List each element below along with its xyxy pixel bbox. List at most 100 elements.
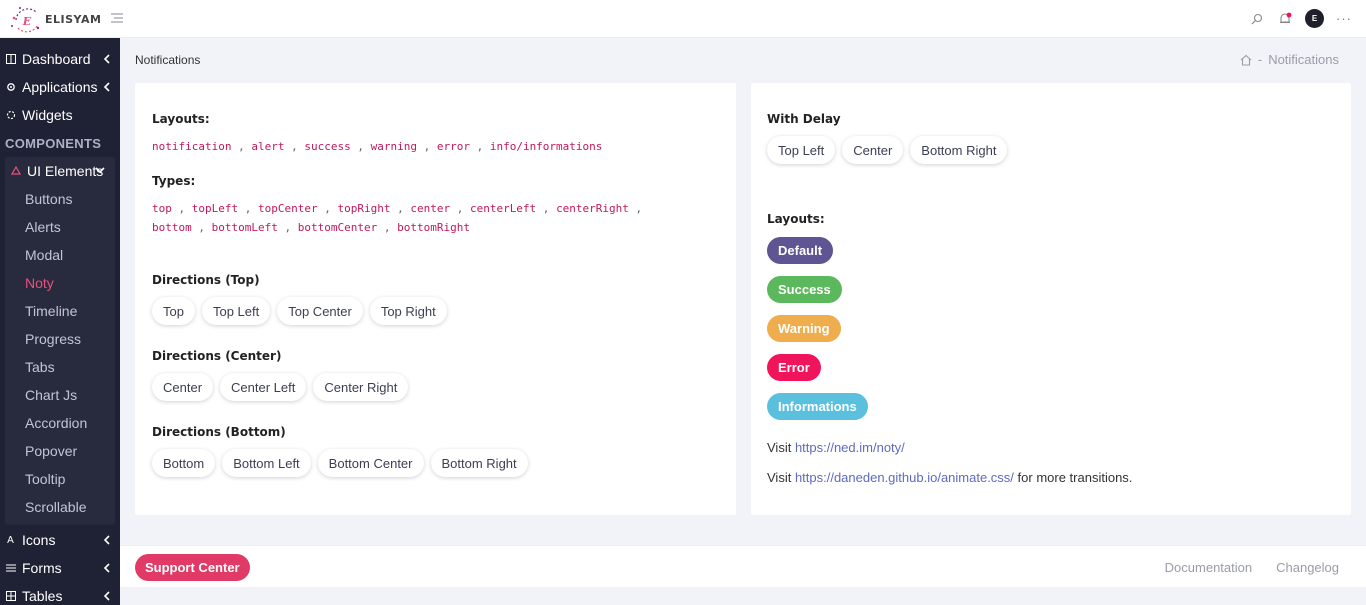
search-icon[interactable] bbox=[1249, 10, 1265, 28]
chevron-left-icon bbox=[103, 563, 110, 573]
brand-name: ELISYAM bbox=[45, 12, 102, 26]
noty-link[interactable]: https://ned.im/noty/ bbox=[795, 440, 905, 455]
with-delay-heading: With Delay bbox=[767, 112, 841, 126]
chevron-left-icon bbox=[103, 535, 110, 545]
sidebar-subitem-noty[interactable]: Noty bbox=[25, 275, 54, 291]
code-token: alert bbox=[251, 140, 285, 153]
grid-icon bbox=[5, 591, 16, 602]
code-token: bottomRight bbox=[397, 221, 470, 234]
code-token: top bbox=[152, 202, 172, 215]
code-token: success bbox=[304, 140, 351, 153]
home-icon[interactable] bbox=[1240, 54, 1252, 66]
noty-options-card: Layouts: notification , alert , success … bbox=[135, 83, 736, 515]
top-right-button[interactable]: Top Right bbox=[369, 297, 447, 325]
sidebar-item-label: Widgets bbox=[22, 107, 73, 123]
sidebar-subitem-chart-js[interactable]: Chart Js bbox=[25, 387, 77, 403]
sidebar-item-tables[interactable]: Tables bbox=[0, 582, 120, 605]
bell-icon[interactable] bbox=[1277, 10, 1293, 28]
svg-text:E: E bbox=[22, 15, 32, 28]
footer-links: Documentation Changelog bbox=[1165, 560, 1339, 575]
chevron-down-icon bbox=[95, 167, 105, 174]
types-heading: Types: bbox=[152, 174, 196, 188]
sidebar-item-label: Applications bbox=[22, 79, 98, 95]
menu-toggle-icon[interactable] bbox=[110, 11, 124, 25]
sidebar-item-icons[interactable]: A Icons bbox=[0, 526, 120, 554]
chevron-left-icon bbox=[103, 591, 110, 601]
sidebar-item-forms[interactable]: Forms bbox=[0, 554, 120, 582]
visit-prefix: Visit bbox=[767, 440, 795, 455]
animate-css-link[interactable]: https://daneden.github.io/animate.css/ bbox=[795, 470, 1014, 485]
list-icon bbox=[5, 563, 16, 574]
delay-center-button[interactable]: Center bbox=[842, 136, 904, 164]
directions-center-heading: Directions (Center) bbox=[152, 349, 282, 363]
bottom-right-button[interactable]: Bottom Right bbox=[430, 449, 528, 477]
sidebar-item-applications[interactable]: Applications bbox=[0, 73, 120, 101]
sidebar-item-ui-elements[interactable]: UI Elements bbox=[5, 157, 115, 185]
directions-bottom-heading: Directions (Bottom) bbox=[152, 425, 286, 439]
sidebar-item-widgets[interactable]: Widgets bbox=[0, 101, 120, 129]
sidebar-section-title: COMPONENTS bbox=[5, 136, 102, 151]
default-layout-button[interactable]: Default bbox=[767, 237, 834, 264]
center-button[interactable]: Center bbox=[152, 373, 214, 401]
layouts-demo-heading: Layouts: bbox=[767, 212, 825, 226]
code-token: topLeft bbox=[191, 202, 239, 215]
sidebar-subitem-timeline[interactable]: Timeline bbox=[25, 303, 77, 319]
code-token: bottom bbox=[152, 221, 192, 234]
delay-top-left-button[interactable]: Top Left bbox=[767, 136, 836, 164]
layouts-heading: Layouts: bbox=[152, 112, 210, 126]
brand-logo[interactable]: E ELISYAM bbox=[8, 4, 101, 34]
top-left-button[interactable]: Top Left bbox=[201, 297, 271, 325]
success-layout-button[interactable]: Success bbox=[767, 276, 842, 303]
directions-top-heading: Directions (Top) bbox=[152, 273, 260, 287]
code-token: bottomCenter bbox=[297, 221, 378, 234]
changelog-link[interactable]: Changelog bbox=[1276, 560, 1339, 575]
sidebar-subitem-accordion[interactable]: Accordion bbox=[25, 415, 87, 431]
directions-bottom-buttons: Bottom Bottom Left Bottom Center Bottom … bbox=[152, 449, 528, 477]
sidebar-item-label: Tables bbox=[22, 588, 63, 604]
directions-center-buttons: Center Center Left Center Right bbox=[152, 373, 409, 401]
sidebar-subitem-progress[interactable]: Progress bbox=[25, 331, 81, 347]
bottom-left-button[interactable]: Bottom Left bbox=[222, 449, 311, 477]
center-left-button[interactable]: Center Left bbox=[220, 373, 307, 401]
sidebar-subitem-tooltip[interactable]: Tooltip bbox=[25, 471, 65, 487]
bottom-button[interactable]: Bottom bbox=[152, 449, 216, 477]
more-options-icon[interactable]: ··· bbox=[1336, 11, 1352, 26]
top-button[interactable]: Top bbox=[152, 297, 195, 325]
visit-noty-text: Visit https://ned.im/noty/ bbox=[767, 440, 905, 455]
documentation-link[interactable]: Documentation bbox=[1165, 560, 1252, 575]
support-center-button[interactable]: Support Center bbox=[135, 554, 250, 581]
user-avatar[interactable]: E bbox=[1305, 9, 1324, 28]
code-token: center bbox=[410, 202, 451, 215]
delay-buttons: Top Left Center Bottom Right bbox=[767, 136, 1008, 164]
sidebar-subitem-tabs[interactable]: Tabs bbox=[25, 359, 55, 375]
directions-top-buttons: Top Top Left Top Center Top Right bbox=[152, 297, 447, 325]
noty-demo-card: With Delay Top Left Center Bottom Right … bbox=[751, 83, 1351, 515]
ui-elements-icon bbox=[10, 166, 21, 177]
code-token: error bbox=[436, 140, 470, 153]
page-title: Notifications bbox=[135, 53, 201, 67]
code-token: info/informations bbox=[489, 140, 603, 153]
sidebar-subitem-popover[interactable]: Popover bbox=[25, 443, 77, 459]
sidebar: Dashboard Applications Widgets COMPONENT… bbox=[0, 38, 120, 605]
error-layout-button[interactable]: Error bbox=[767, 354, 821, 381]
sidebar-item-dashboard[interactable]: Dashboard bbox=[0, 45, 120, 73]
informations-layout-button[interactable]: Informations bbox=[767, 393, 868, 420]
sidebar-item-label: Dashboard bbox=[22, 51, 91, 67]
code-token: notification bbox=[152, 140, 232, 153]
code-token: topCenter bbox=[257, 202, 318, 215]
bottom-center-button[interactable]: Bottom Center bbox=[317, 449, 424, 477]
code-token: centerRight bbox=[556, 202, 629, 215]
center-right-button[interactable]: Center Right bbox=[313, 373, 409, 401]
delay-bottom-right-button[interactable]: Bottom Right bbox=[910, 136, 1008, 164]
footer: Support Center Documentation Changelog bbox=[120, 545, 1366, 587]
sidebar-subitem-scrollable[interactable]: Scrollable bbox=[25, 499, 86, 515]
sidebar-subitem-buttons[interactable]: Buttons bbox=[25, 191, 72, 207]
breadcrumb-separator: - bbox=[1257, 52, 1263, 67]
visit-prefix: Visit bbox=[767, 470, 795, 485]
top-center-button[interactable]: Top Center bbox=[277, 297, 363, 325]
sidebar-subitem-alerts[interactable]: Alerts bbox=[25, 219, 61, 235]
chevron-left-icon bbox=[103, 82, 110, 92]
letter-a-icon: A bbox=[7, 534, 14, 546]
sidebar-subitem-modal[interactable]: Modal bbox=[25, 247, 63, 263]
warning-layout-button[interactable]: Warning bbox=[767, 315, 841, 342]
